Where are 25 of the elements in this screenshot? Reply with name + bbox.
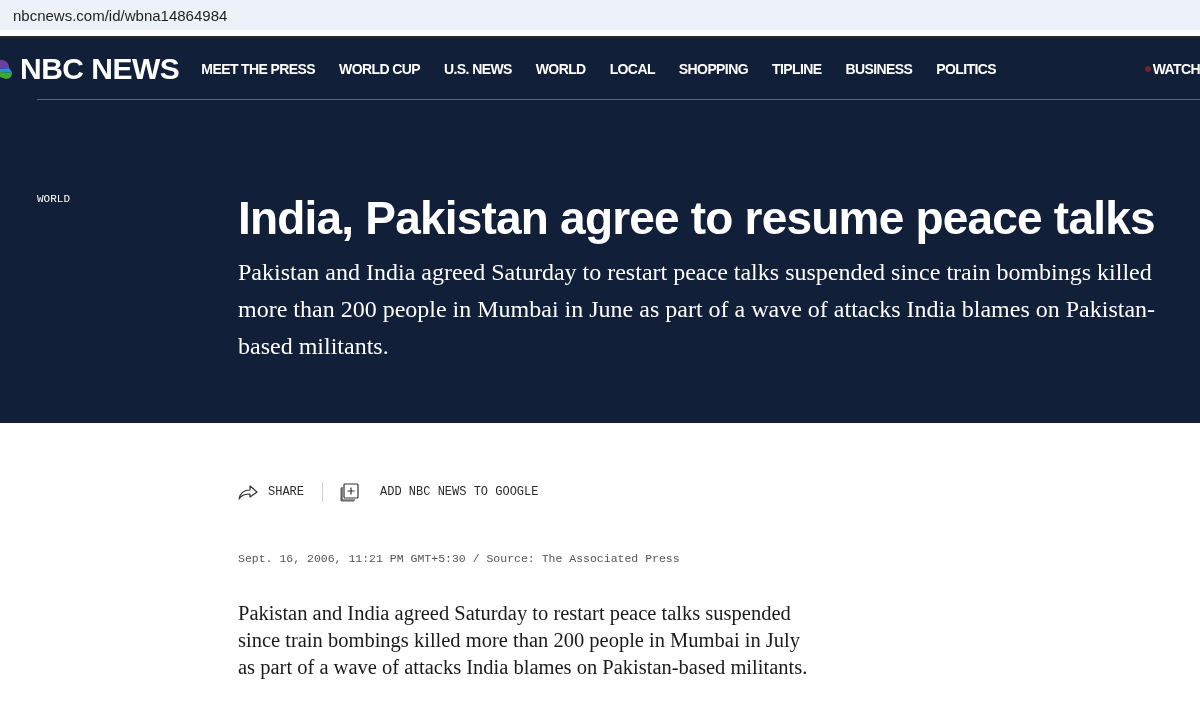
add-source-button[interactable]: ADD NBC NEWS TO GOOGLE bbox=[340, 482, 539, 502]
article-timestamp: Sept. 16, 2006, 11:21 PM GMT+5:30 / Source: The Associated Press bbox=[238, 553, 680, 565]
share-icon bbox=[238, 484, 258, 500]
section-label: WORLD bbox=[37, 194, 70, 205]
nav-link[interactable]: WORLD CUP bbox=[339, 61, 420, 76]
headline: India, Pakistan agree to resume peace talks bbox=[238, 192, 1156, 244]
live-dot-icon bbox=[1144, 65, 1151, 72]
share-button[interactable]: SHARE bbox=[238, 484, 304, 500]
article-paragraph: Pakistan and India agreed Saturday to restart peace talks suspended since train bombings killed more than 200 people in Mumbai in July as part of a wave of attacks India blames on Pakistan-based militants. bbox=[238, 600, 809, 681]
nav-link[interactable]: POLITICS bbox=[936, 61, 996, 76]
url-text: nbcnews.com/id/wbna14864984 bbox=[13, 7, 228, 23]
watch-link[interactable]: WATCH bbox=[1144, 61, 1200, 76]
nav-link[interactable]: BUSINESS bbox=[845, 61, 913, 76]
article-summary: Pakistan and India agreed Saturday to restart peace talks suspended since train bombings killed more than 200 people in Mumbai in June as part of a wave of attacks India blames on Pakistan-based militants. bbox=[238, 258, 1157, 361]
peacock-logo-icon bbox=[0, 57, 13, 80]
logo-link[interactable]: NBC NEWS bbox=[0, 48, 180, 89]
nav-link[interactable]: LOCAL bbox=[609, 61, 655, 76]
nav-link[interactable]: TIPLINE bbox=[771, 61, 822, 76]
add-square-icon bbox=[340, 482, 359, 502]
nav-link[interactable]: WORLD bbox=[535, 61, 586, 76]
address-bar[interactable]: nbcnews.com/id/wbna14864984 bbox=[0, 0, 1200, 30]
nav-link[interactable]: U.S. NEWS bbox=[444, 61, 512, 76]
nav-link[interactable]: MEET THE PRESS bbox=[201, 61, 316, 76]
logo-text: NBC NEWS bbox=[20, 53, 180, 84]
nav-link[interactable]: SHOPPING bbox=[678, 61, 748, 76]
